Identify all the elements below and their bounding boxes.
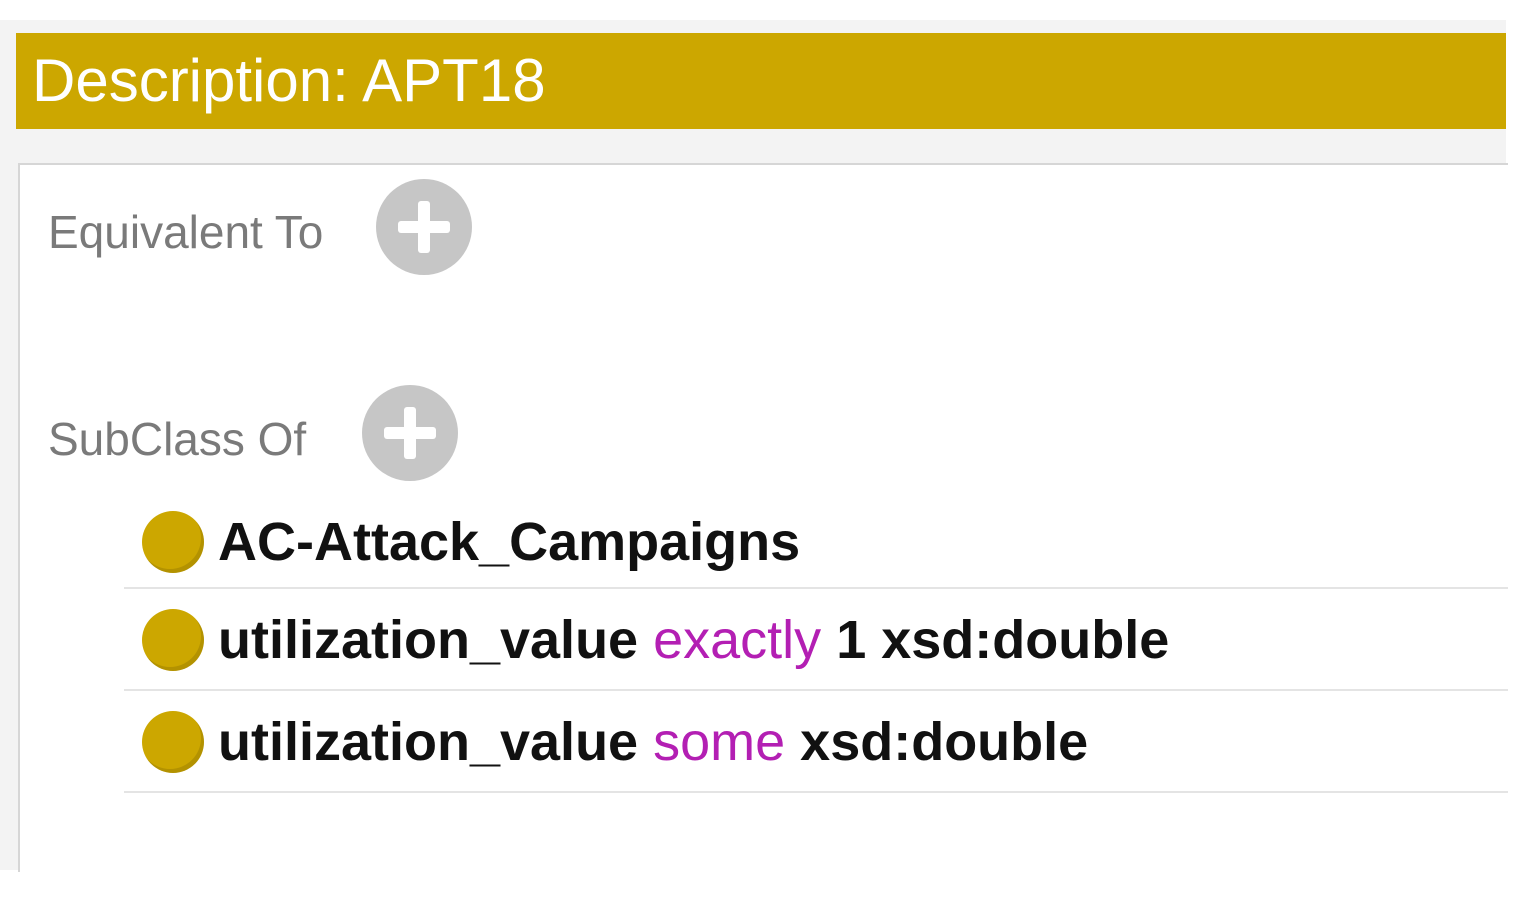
class-bullet-icon xyxy=(142,711,204,773)
axiom-keyword: exactly xyxy=(653,610,822,670)
subclass-of-add-button[interactable] xyxy=(362,385,458,481)
subclass-axiom-row[interactable]: AC-Attack_Campaigns xyxy=(124,487,1508,589)
axiom-keyword: some xyxy=(653,712,786,772)
axiom-expression: utilization_value exactly 1 xsd:double xyxy=(218,609,1169,671)
description-view: Description: APT18 Equivalent To SubClas… xyxy=(0,0,1533,898)
axiom-object: 1 xsd:double xyxy=(836,610,1170,670)
axiom-subject: utilization_value xyxy=(218,610,639,670)
axiom-subject: AC-Attack_Campaigns xyxy=(218,512,801,572)
equivalent-to-add-button[interactable] xyxy=(376,179,472,275)
axiom-expression: utilization_value some xsd:double xyxy=(218,711,1088,773)
view-title: Description: APT18 xyxy=(32,47,546,114)
axiom-object: xsd:double xyxy=(800,712,1089,772)
subclass-axiom-row[interactable]: utilization_value some xsd:double xyxy=(124,691,1508,793)
description-panel: Equivalent To SubClass Of AC-Attack_Camp… xyxy=(18,163,1508,872)
view-title-bar: Description: APT18 xyxy=(16,33,1506,129)
subclass-of-label: SubClass Of xyxy=(48,413,307,465)
subclass-axiom-row[interactable]: utilization_value exactly 1 xsd:double xyxy=(124,589,1508,691)
axiom-subject: utilization_value xyxy=(218,712,639,772)
axiom-expression: AC-Attack_Campaigns xyxy=(218,511,800,573)
class-bullet-icon xyxy=(142,511,204,573)
equivalent-to-label: Equivalent To xyxy=(48,206,324,258)
class-bullet-icon xyxy=(142,609,204,671)
